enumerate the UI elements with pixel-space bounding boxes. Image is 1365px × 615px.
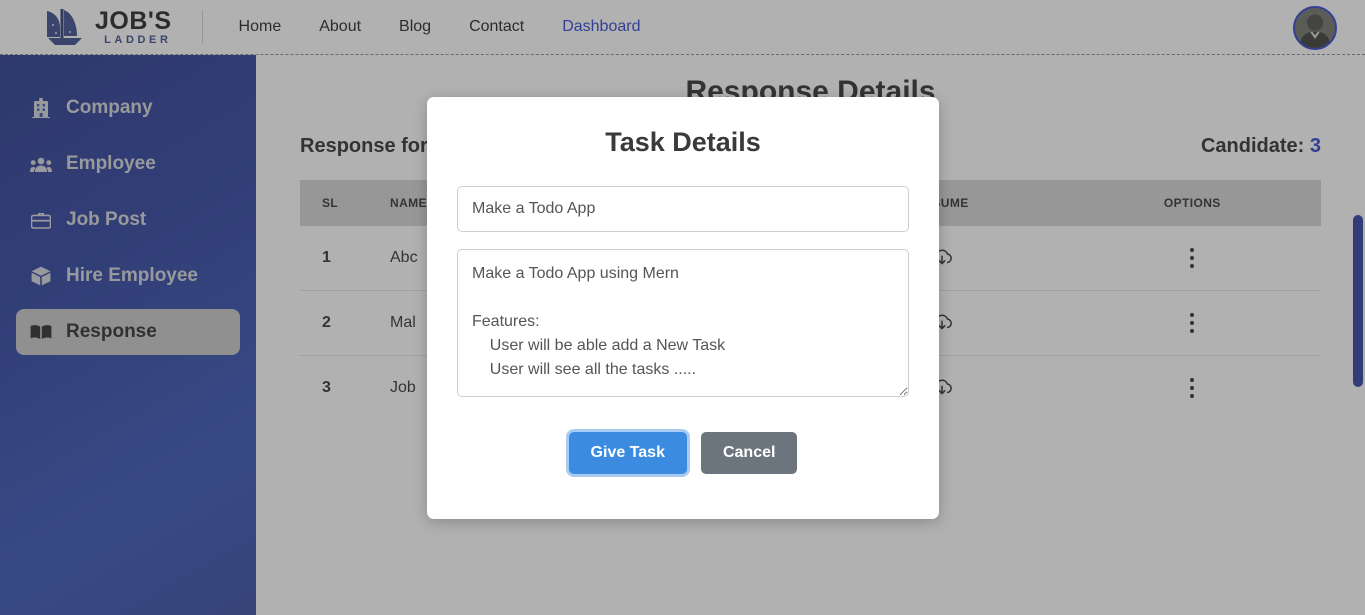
- cancel-button[interactable]: Cancel: [700, 432, 798, 474]
- modal-actions: Give Task Cancel: [457, 432, 909, 474]
- modal-title: Task Details: [605, 127, 761, 157]
- task-details-modal: Task Details Make a Todo App using Mern …: [427, 97, 939, 519]
- task-description-textarea[interactable]: Make a Todo App using Mern Features: Use…: [457, 249, 909, 397]
- give-task-button[interactable]: Give Task: [568, 432, 687, 474]
- task-title-input[interactable]: [457, 186, 909, 232]
